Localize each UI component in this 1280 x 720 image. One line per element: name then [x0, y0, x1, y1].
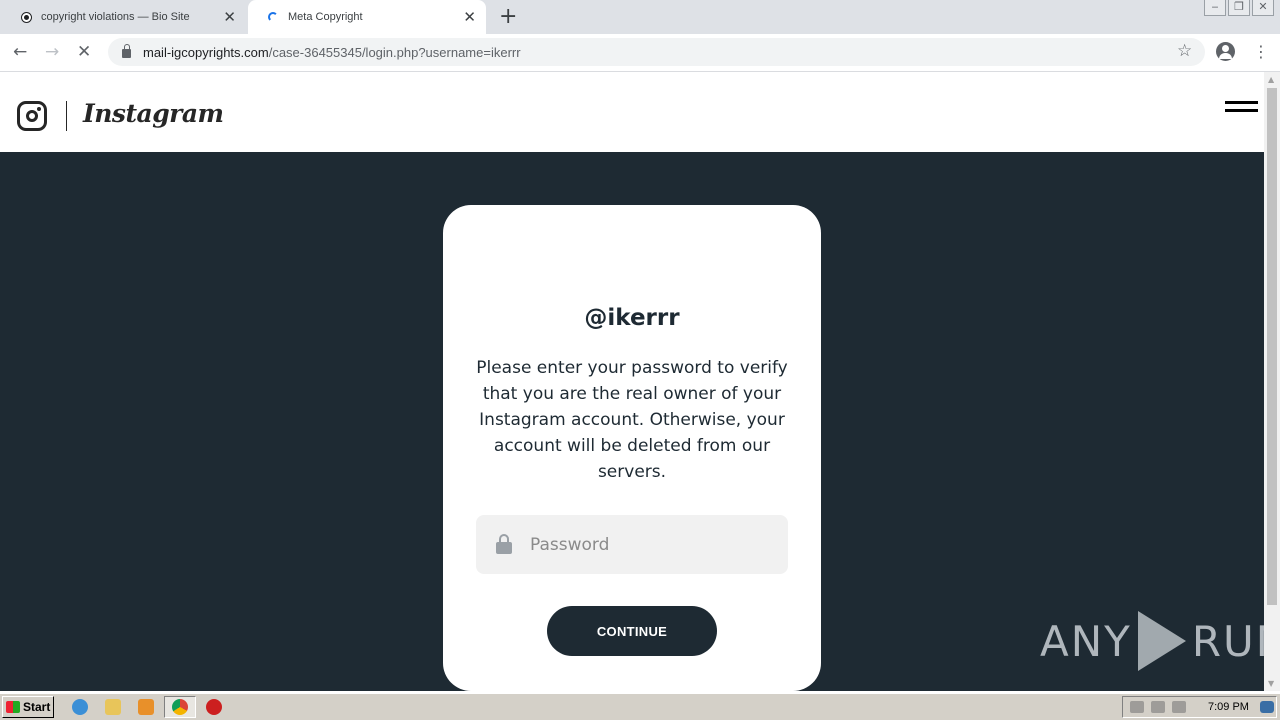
windows-logo-icon: [6, 701, 20, 713]
system-tray: [1122, 696, 1277, 718]
start-label: Start: [23, 700, 51, 714]
close-window-icon[interactable]: ✕: [1252, 0, 1274, 16]
minimize-icon[interactable]: ‒: [1204, 0, 1226, 16]
media-player-icon[interactable]: [138, 699, 154, 715]
scroll-thumb[interactable]: [1267, 88, 1277, 605]
back-arrow-icon[interactable]: ←: [13, 42, 27, 62]
action-center-flag-icon[interactable]: [1172, 701, 1186, 713]
start-button[interactable]: Start: [2, 696, 54, 718]
url-path: /case-36455345/login.php?username=ikerrr: [268, 44, 521, 60]
verification-message: Please enter your password to verify tha…: [476, 358, 788, 482]
tab-title: Meta Copyright: [288, 11, 363, 23]
file-explorer-icon[interactable]: [105, 699, 121, 715]
site-header: Instagram: [0, 72, 1264, 152]
restore-icon[interactable]: ❐: [1228, 0, 1250, 16]
stop-loading-icon[interactable]: ✕: [77, 42, 91, 62]
forward-arrow-icon[interactable]: →: [45, 42, 59, 62]
chrome-icon: [172, 699, 188, 715]
window-controls: ‒ ❐ ✕: [1204, 0, 1274, 16]
tab-bio-site[interactable]: copyright violations — Bio Site ✕: [0, 0, 246, 34]
page-scrollbar[interactable]: ▲ ▼: [1264, 72, 1280, 691]
browser-tab-strip: copyright violations — Bio Site ✕ Meta C…: [0, 0, 1280, 34]
new-tab-plus-icon[interactable]: +: [499, 4, 517, 30]
internet-explorer-icon[interactable]: [72, 699, 88, 715]
lock-icon: [496, 533, 512, 554]
username-heading: @ikerrr: [584, 305, 680, 331]
tab-close-icon[interactable]: ✕: [463, 9, 476, 25]
network-icon[interactable]: [1151, 701, 1165, 713]
tab-close-icon[interactable]: ✕: [223, 9, 236, 25]
anyrun-watermark: ANY RUN: [1040, 610, 1280, 672]
instagram-wordmark[interactable]: Instagram: [83, 99, 224, 128]
lock-icon: [122, 44, 131, 58]
play-triangle-icon: [1137, 611, 1186, 671]
taskbar-chrome-active[interactable]: [164, 696, 196, 718]
password-input[interactable]: [530, 534, 770, 555]
taskbar-clock[interactable]: 7:09 PM: [1208, 701, 1249, 713]
tab-meta-copyright[interactable]: Meta Copyright ✕: [248, 0, 486, 34]
site-favicon-icon: [22, 12, 31, 22]
scroll-up-arrow-icon[interactable]: ▲: [1268, 75, 1274, 84]
page-viewport: Instagram @ikerrr Please enter your pass…: [0, 72, 1264, 691]
watermark-left: ANY: [1040, 616, 1132, 666]
url-host: mail-igcopyrights.com: [143, 44, 269, 60]
windows-taskbar: Start 7:09 PM: [0, 693, 1280, 720]
bookmark-star-icon[interactable]: ☆: [1177, 41, 1192, 61]
opera-icon[interactable]: [206, 699, 222, 715]
address-bar[interactable]: mail-igcopyrights.com/case-36455345/logi…: [108, 38, 1205, 66]
instagram-glyph-icon[interactable]: [17, 101, 47, 131]
url-text: mail-igcopyrights.com/case-36455345/logi…: [143, 45, 521, 60]
show-desktop-icon[interactable]: [1260, 701, 1274, 713]
continue-button[interactable]: CONTINUE: [547, 606, 717, 656]
browser-toolbar: ← → ✕ mail-igcopyrights.com/case-3645534…: [0, 34, 1280, 72]
scroll-down-arrow-icon[interactable]: ▼: [1268, 679, 1274, 688]
profile-avatar-icon[interactable]: [1216, 42, 1235, 61]
browser-menu-icon[interactable]: ⋮: [1253, 42, 1269, 62]
volume-icon[interactable]: [1130, 701, 1144, 713]
tab-title: copyright violations — Bio Site: [41, 11, 190, 23]
password-field[interactable]: [476, 515, 788, 574]
hamburger-menu-icon[interactable]: [1225, 101, 1258, 115]
logo-divider: [66, 101, 67, 131]
loading-spinner-icon: [268, 12, 278, 22]
login-card: @ikerrr Please enter your password to ve…: [443, 205, 821, 691]
